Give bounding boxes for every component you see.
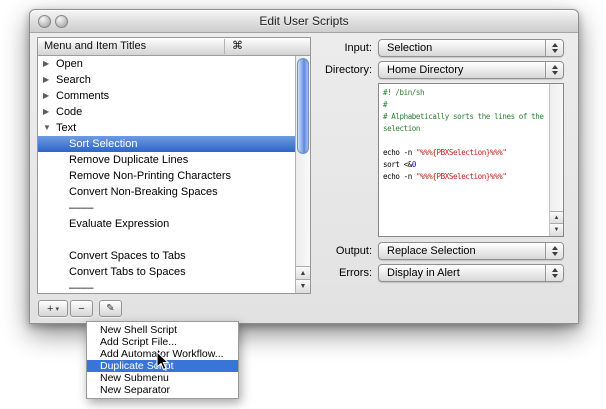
list-item-label: –––– xyxy=(69,202,93,214)
list-item-label: Convert Non-Breaking Spaces xyxy=(69,186,218,198)
list-item-label: –––– xyxy=(69,282,93,293)
remove-script-button[interactable]: − xyxy=(70,300,93,317)
list-item-label: Sort Selection xyxy=(69,138,137,150)
menu-item[interactable]: Add Script File... xyxy=(87,336,238,348)
popup-arrows-icon xyxy=(545,265,563,281)
script-list-body: ▶Open▶Search▶Comments▶Code▼TextSort Sele… xyxy=(38,56,295,293)
scroll-down-icon[interactable]: ▼ xyxy=(550,223,563,236)
input-popup[interactable]: Selection xyxy=(378,39,564,57)
plus-icon: + xyxy=(47,303,53,315)
minus-icon: − xyxy=(78,303,84,315)
pencil-icon: ✎ xyxy=(106,303,114,314)
output-label: Output: xyxy=(296,242,372,260)
list-item-row[interactable]: ▶Search xyxy=(38,72,295,88)
list-item-label: Comments xyxy=(56,90,109,102)
output-popup-value: Replace Selection xyxy=(379,245,545,257)
list-item-label: Remove Non-Printing Characters xyxy=(69,170,231,182)
list-item-row[interactable]: ▶Comments xyxy=(38,88,295,104)
list-separator-row[interactable]: –––– xyxy=(38,280,295,293)
errors-popup-value: Display in Alert xyxy=(379,267,545,279)
list-item-row[interactable]: ▶Open xyxy=(38,56,295,72)
column-header-titles[interactable]: Menu and Item Titles xyxy=(44,38,146,55)
popup-arrows-icon xyxy=(545,62,563,78)
input-popup-value: Selection xyxy=(379,42,545,54)
popup-arrows-icon xyxy=(545,40,563,56)
list-item-label: Search xyxy=(56,74,91,86)
list-item-row[interactable]: Convert Spaces to Tabs xyxy=(38,248,295,264)
list-item-row[interactable]: Evaluate Expression xyxy=(38,216,295,232)
list-item-row[interactable]: Remove Duplicate Lines xyxy=(38,152,295,168)
menu-arrow-icon: ▾ xyxy=(55,305,59,313)
list-item-label: Convert Spaces to Tabs xyxy=(69,250,186,262)
script-list: Menu and Item Titles ⌘ ▶Open▶Search▶Comm… xyxy=(37,37,311,294)
output-popup[interactable]: Replace Selection xyxy=(378,242,564,260)
list-item-row[interactable]: ▶Code xyxy=(38,104,295,120)
code-line: sort <&0 xyxy=(383,159,546,171)
script-code[interactable]: #! /bin/sh## Alphabetically sorts the li… xyxy=(383,87,546,234)
disclosure-open-icon[interactable]: ▼ xyxy=(43,120,56,136)
list-item-row[interactable]: Sort Selection xyxy=(38,136,295,152)
menu-item[interactable]: New Submenu xyxy=(87,372,238,384)
column-header-shortcut[interactable]: ⌘ xyxy=(225,38,302,55)
directory-label: Directory: xyxy=(296,61,372,79)
code-line: # Alphabetically sorts the lines of the … xyxy=(383,111,546,135)
title-bar[interactable]: Edit User Scripts xyxy=(30,10,578,33)
list-item-label: Code xyxy=(56,106,82,118)
window-title: Edit User Scripts xyxy=(30,10,578,32)
edit-user-scripts-window: Edit User Scripts Menu and Item Titles ⌘… xyxy=(29,9,579,324)
script-editor[interactable]: #! /bin/sh## Alphabetically sorts the li… xyxy=(378,83,564,237)
menu-item[interactable]: New Separator xyxy=(87,384,238,396)
list-item-row[interactable]: Convert Non-Breaking Spaces xyxy=(38,184,295,200)
errors-label: Errors: xyxy=(296,264,372,282)
popup-arrows-icon xyxy=(545,243,563,259)
list-item-row[interactable]: Remove Non-Printing Characters xyxy=(38,168,295,184)
list-item-row[interactable]: Convert Tabs to Spaces xyxy=(38,264,295,280)
code-line xyxy=(383,135,546,147)
disclosure-closed-icon[interactable]: ▶ xyxy=(43,56,56,72)
edit-script-button[interactable]: ✎ xyxy=(99,300,122,317)
list-item-label: Text xyxy=(56,122,76,134)
editor-vertical-scrollbar[interactable]: ▲ ▼ xyxy=(549,84,563,236)
list-toolbar: + ▾ − ✎ xyxy=(38,300,122,317)
list-item-label: Evaluate Expression xyxy=(69,218,169,230)
list-item-label: Remove Duplicate Lines xyxy=(69,154,188,166)
code-line: #! /bin/sh xyxy=(383,87,546,99)
list-item-row[interactable] xyxy=(38,232,295,248)
errors-popup[interactable]: Display in Alert xyxy=(378,264,564,282)
code-line: echo -n "%%%{PBXSelection}%%%" xyxy=(383,147,546,159)
directory-popup[interactable]: Home Directory xyxy=(378,61,564,79)
add-script-button[interactable]: + ▾ xyxy=(38,300,68,317)
list-item-label: Open xyxy=(56,58,83,70)
code-line: echo -n "%%%{PBXSelection}%%%" xyxy=(383,171,546,183)
disclosure-closed-icon[interactable]: ▶ xyxy=(43,88,56,104)
list-item-label: Convert Tabs to Spaces xyxy=(69,266,186,278)
list-header: Menu and Item Titles ⌘ xyxy=(38,38,310,56)
code-line: # xyxy=(383,99,546,111)
disclosure-closed-icon[interactable]: ▶ xyxy=(43,104,56,120)
directory-popup-value: Home Directory xyxy=(379,64,545,76)
menu-item[interactable]: New Shell Script xyxy=(87,324,238,336)
list-item-row[interactable]: ▼Text xyxy=(38,120,295,136)
input-label: Input: xyxy=(296,39,372,57)
desktop: Edit User Scripts Menu and Item Titles ⌘… xyxy=(0,0,606,409)
list-separator-row[interactable]: –––– xyxy=(38,200,295,216)
disclosure-closed-icon[interactable]: ▶ xyxy=(43,72,56,88)
mouse-cursor-icon xyxy=(156,351,170,371)
